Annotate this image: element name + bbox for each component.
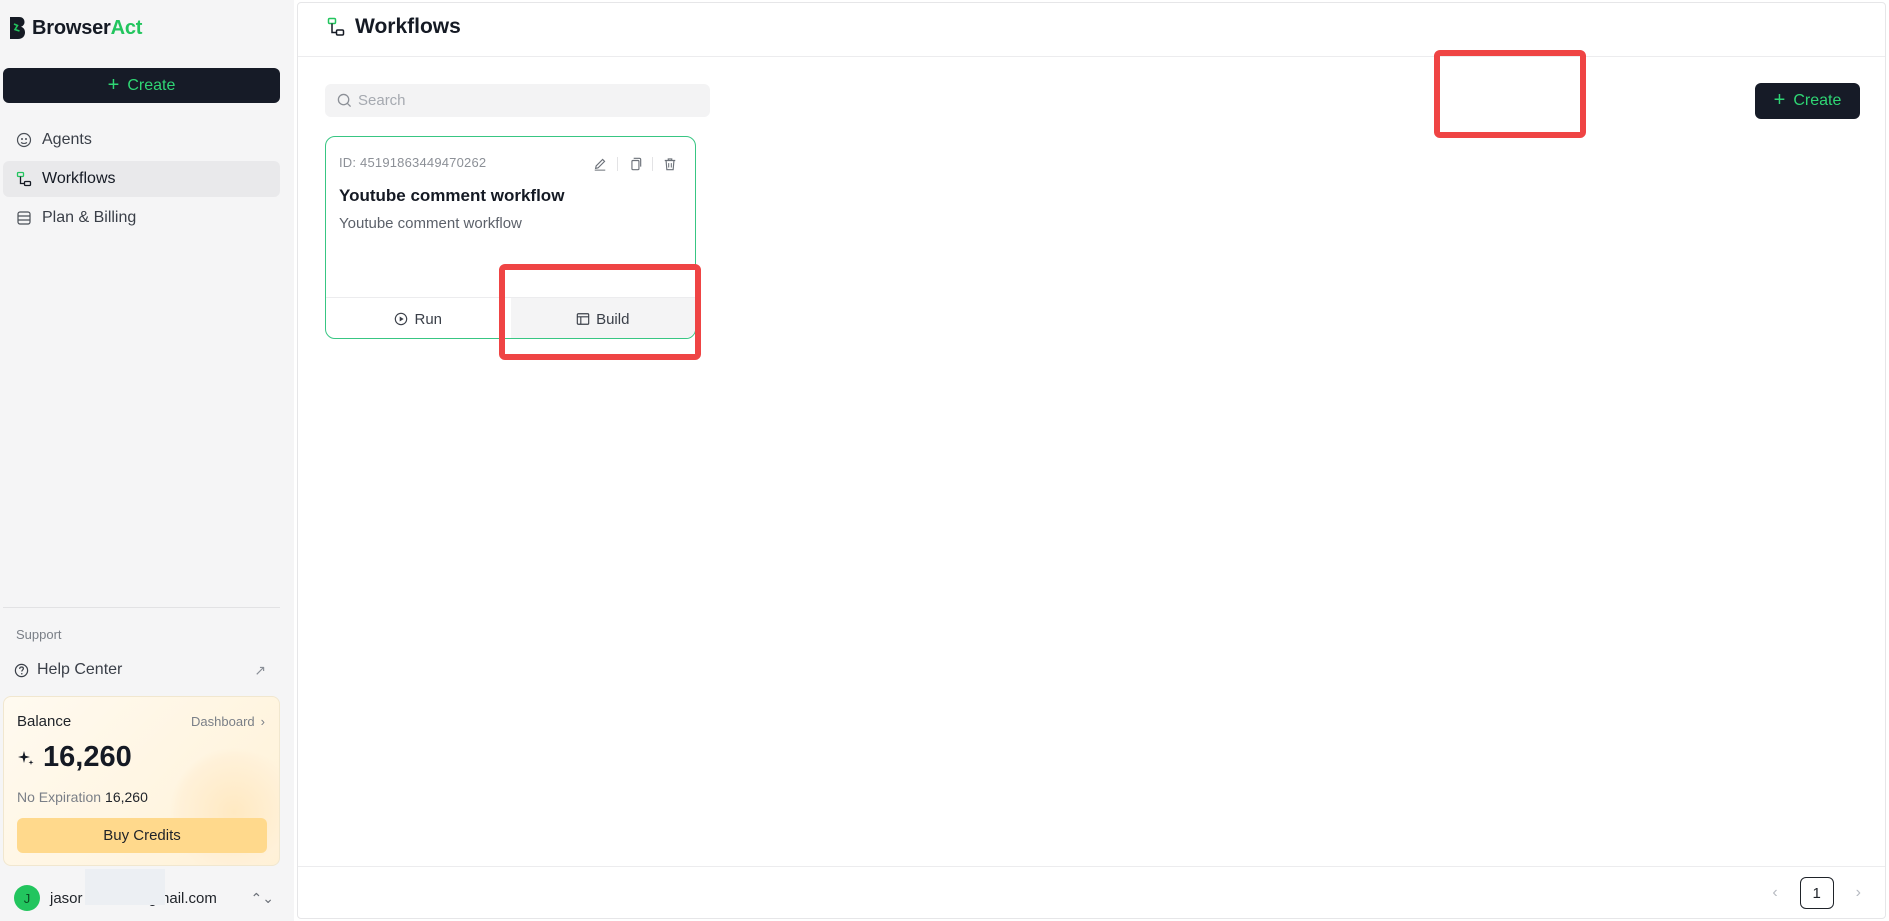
balance-card: Balance Dashboard › 16,260 No Expiration… [3, 696, 280, 866]
billing-icon [17, 211, 31, 225]
pencil-icon [594, 158, 606, 171]
balance-value: 16,260 [43, 741, 132, 773]
expiration-info: No Expiration 16,260 [17, 789, 148, 805]
search-box[interactable] [325, 84, 710, 117]
expiration-amount: 16,260 [105, 789, 148, 805]
layout-icon [576, 313, 590, 325]
brand-logo[interactable]: BrowserAct [8, 16, 142, 40]
sidebar-nav: Agents Workflows Plan & Billing [3, 122, 280, 239]
workflow-icon [327, 17, 345, 36]
help-center-link[interactable]: Help Center ↗ [14, 657, 266, 683]
sidebar-item-workflows[interactable]: Workflows [3, 161, 280, 197]
plus-icon: + [1773, 89, 1786, 111]
sidebar-item-label: Workflows [42, 170, 116, 187]
delete-button[interactable] [657, 153, 683, 175]
page-title: Workflows [327, 15, 461, 39]
sidebar-create-button[interactable]: + Create [3, 68, 280, 103]
chevron-right-icon[interactable]: › [1856, 884, 1861, 902]
card-actions [587, 153, 683, 175]
sidebar-item-label: Plan & Billing [42, 209, 137, 226]
sidebar-item-agents[interactable]: Agents [3, 122, 280, 158]
dashboard-link[interactable]: Dashboard › [191, 714, 265, 729]
sparkle-icon [18, 750, 34, 765]
redaction-block [85, 869, 165, 905]
duplicate-button[interactable] [622, 153, 648, 175]
pagination-bar: ‹ 1 › [298, 866, 1885, 918]
buy-credits-button[interactable]: Buy Credits [17, 818, 267, 853]
workflow-name: Youtube comment workflow [339, 186, 565, 205]
divider [652, 157, 653, 171]
card-footer: Run Build [326, 297, 695, 338]
sidebar-create-label: Create [127, 76, 176, 94]
trash-icon [664, 158, 676, 171]
create-workflow-label: Create [1793, 92, 1842, 109]
play-circle-icon [395, 312, 408, 326]
external-link-icon: ↗ [254, 661, 266, 678]
sidebar-item-plan-billing[interactable]: Plan & Billing [3, 200, 280, 236]
search-input[interactable] [358, 92, 698, 109]
workflow-card[interactable]: ID: 45191863449470262 Youtube comment wo… [325, 136, 696, 339]
workflow-description: Youtube comment workflow [339, 215, 522, 232]
chevron-up-down-icon: ⌃⌄ [250, 889, 274, 906]
balance-title: Balance [17, 713, 72, 730]
search-icon [337, 93, 352, 108]
plus-icon: + [107, 73, 120, 96]
create-workflow-button[interactable]: + Create [1755, 83, 1860, 119]
run-label: Run [414, 310, 443, 328]
sidebar-item-label: Agents [42, 131, 92, 148]
question-circle-icon [14, 663, 29, 677]
workflow-id: ID: 45191863449470262 [339, 155, 487, 170]
help-center-label: Help Center [37, 661, 123, 678]
chevron-right-icon: › [260, 714, 265, 729]
dashboard-label: Dashboard [191, 714, 255, 729]
chevron-left-icon[interactable]: ‹ [1772, 884, 1777, 902]
edit-button[interactable] [587, 153, 613, 175]
copy-icon [631, 157, 642, 171]
workflow-icon [16, 171, 32, 187]
divider [617, 157, 618, 171]
expiration-label: No Expiration [17, 789, 102, 805]
sidebar: BrowserAct + Create Agents Workflows Pla… [0, 0, 294, 921]
agent-icon [16, 132, 32, 148]
run-button[interactable]: Run [326, 298, 511, 338]
avatar: J [14, 885, 40, 911]
page-title-text: Workflows [355, 15, 461, 38]
user-menu[interactable]: J jasor gmail.com ⌃⌄ [14, 869, 274, 911]
browseract-logo-icon [10, 17, 25, 39]
balance-amount: 16,260 [17, 741, 132, 774]
support-section-label: Support [16, 627, 62, 642]
build-button[interactable]: Build [510, 298, 695, 338]
sidebar-divider [3, 607, 280, 608]
page-header: Workflows [298, 3, 1885, 57]
brand-name: BrowserAct [32, 16, 143, 39]
build-label: Build [596, 310, 630, 328]
main-panel: Workflows + Create ID: 45191863449470262… [297, 2, 1886, 919]
pagination: ‹ 1 › [1772, 877, 1861, 909]
page-number-button[interactable]: 1 [1799, 877, 1834, 909]
